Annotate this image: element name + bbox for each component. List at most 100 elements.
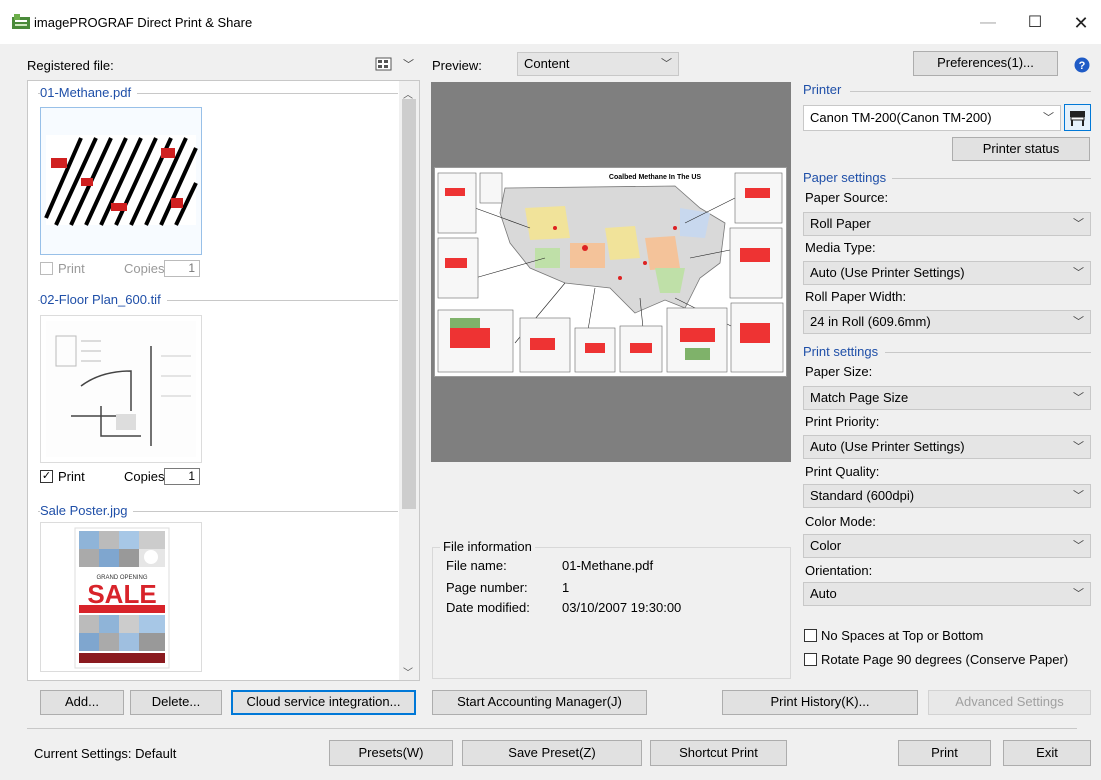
minimize-button[interactable]: — [965, 8, 1011, 38]
chevron-down-icon: ﹀ [661, 58, 672, 70]
paper-source-value: Roll Paper [810, 216, 871, 231]
presets-button[interactable]: Presets(W) [329, 740, 453, 766]
print-history-button[interactable]: Print History(K)... [722, 690, 918, 715]
preview-page: Coalbed Methane In The US [434, 167, 787, 377]
window-title: imagePROGRAF Direct Print & Share [34, 15, 253, 30]
print-quality-value: Standard (600dpi) [810, 488, 915, 503]
paper-size-select[interactable]: Match Page Size ﹀ [803, 386, 1091, 410]
preview-label: Preview: [432, 58, 482, 73]
chevron-down-icon: ﹀ [403, 59, 414, 71]
scroll-thumb[interactable] [402, 99, 416, 509]
section-divider [892, 178, 1091, 179]
maximize-button[interactable]: ☐ [1012, 8, 1058, 38]
floor-plan-thumbnail-image [46, 321, 196, 457]
printer-select[interactable]: Canon TM-200(Canon TM-200) ﹀ [803, 105, 1061, 131]
color-mode-value: Color [810, 538, 842, 553]
file-thumbnail[interactable] [40, 315, 202, 463]
chevron-down-icon: ﹀ [1043, 112, 1054, 124]
copies-input[interactable]: 1 [164, 260, 200, 277]
orientation-select[interactable]: Auto ﹀ [803, 582, 1091, 606]
chevron-down-icon: ﹀ [1073, 490, 1084, 502]
chevron-down-icon: ﹀ [1073, 441, 1084, 453]
file-name[interactable]: 02-Floor Plan_600.tif [40, 292, 167, 307]
app-icon [12, 14, 30, 29]
print-priority-select[interactable]: Auto (Use Printer Settings) ﹀ [803, 435, 1091, 459]
exit-button[interactable]: Exit [1003, 740, 1091, 766]
roll-paper-width-select[interactable]: 24 in Roll (609.6mm) ﹀ [803, 310, 1091, 334]
cloud-service-integration-button[interactable]: Cloud service integration... [231, 690, 416, 715]
printer-properties-button[interactable] [1064, 104, 1091, 131]
sale-poster-thumbnail-image: GRAND OPENING SALE [74, 527, 170, 669]
copies-label: Copies [124, 469, 165, 484]
no-spaces-label: No Spaces at Top or Bottom [821, 628, 984, 643]
registered-file-list[interactable]: 01-Methane.pdf Print Copies 1 02-Floor P… [27, 80, 420, 681]
svg-text:?: ? [1079, 60, 1086, 72]
copies-input[interactable]: 1 [164, 468, 200, 485]
chevron-down-icon: ﹀ [1073, 267, 1084, 279]
coalbed-methane-map-image: Coalbed Methane In The US [437, 172, 784, 373]
orientation-value: Auto [810, 586, 837, 601]
printer-select-value: Canon TM-200(Canon TM-200) [810, 110, 992, 125]
print-priority-value: Auto (Use Printer Settings) [810, 439, 965, 454]
chevron-down-icon: ﹀ [1073, 392, 1084, 404]
no-spaces-checkbox[interactable] [804, 629, 817, 642]
start-accounting-manager-button[interactable]: Start Accounting Manager(J) [432, 690, 647, 715]
chevron-down-icon: ﹀ [1073, 588, 1084, 600]
date-modified-value: 03/10/2007 19:30:00 [562, 600, 682, 615]
grid-view-icon [375, 57, 392, 71]
print-checkbox[interactable] [40, 262, 53, 275]
poster-sale-text: SALE [87, 579, 156, 609]
printer-status-button[interactable]: Printer status [952, 137, 1090, 161]
preview-mode-value: Content [524, 56, 570, 71]
paper-size-value: Match Page Size [810, 390, 909, 405]
chevron-down-icon: ﹀ [1073, 316, 1084, 328]
print-checkbox-checked[interactable]: ✓ [40, 470, 53, 483]
preferences-button[interactable]: Preferences(1)... [913, 51, 1058, 76]
close-button[interactable]: ✕ [1058, 8, 1101, 38]
file-information-legend: File information [440, 539, 535, 554]
roll-paper-width-label: Roll Paper Width: [805, 289, 907, 304]
copies-label: Copies [124, 261, 165, 276]
delete-button[interactable]: Delete... [130, 690, 222, 715]
advanced-settings-button[interactable]: Advanced Settings [928, 690, 1091, 715]
view-mode-dropdown[interactable]: ﹀ [373, 54, 419, 76]
print-settings-title: Print settings [803, 344, 883, 359]
page-number-label: Page number: [446, 580, 528, 595]
file-name-value: 01-Methane.pdf [562, 558, 654, 573]
file-thumbnail[interactable]: GRAND OPENING SALE [40, 522, 202, 672]
chevron-down-icon: ﹀ [1073, 218, 1084, 230]
section-divider [885, 352, 1091, 353]
file-name[interactable]: 01-Methane.pdf [40, 85, 138, 100]
file-name[interactable]: Sale Poster.jpg [40, 503, 134, 518]
registered-file-label: Registered file: [27, 58, 114, 73]
page-number-value: 1 [562, 580, 570, 595]
paper-size-label: Paper Size: [805, 364, 873, 379]
shortcut-print-button[interactable]: Shortcut Print [650, 740, 787, 766]
chevron-down-icon: ﹀ [1073, 540, 1084, 552]
print-label: Print [58, 261, 85, 276]
rotate-page-label: Rotate Page 90 degrees (Conserve Paper) [821, 652, 1069, 667]
section-divider [850, 91, 1091, 92]
print-button[interactable]: Print [898, 740, 991, 766]
methane-thumbnail-image [44, 135, 198, 226]
help-icon[interactable]: ? [1074, 57, 1090, 73]
color-mode-select[interactable]: Color ﹀ [803, 534, 1091, 558]
print-quality-select[interactable]: Standard (600dpi) ﹀ [803, 484, 1091, 508]
media-type-value: Auto (Use Printer Settings) [810, 265, 965, 280]
paper-source-label: Paper Source: [805, 190, 889, 205]
save-preset-button[interactable]: Save Preset(Z) [462, 740, 642, 766]
media-type-select[interactable]: Auto (Use Printer Settings) ﹀ [803, 261, 1091, 285]
file-name-label: File name: [446, 558, 507, 573]
bottom-divider [27, 728, 1077, 729]
paper-source-select[interactable]: Roll Paper ﹀ [803, 212, 1091, 236]
orientation-label: Orientation: [805, 563, 873, 578]
current-settings-status: Current Settings: Default [34, 746, 177, 761]
scroll-down-icon[interactable]: ﹀ [403, 664, 413, 679]
rotate-page-checkbox[interactable] [804, 653, 817, 666]
print-label: Print [58, 469, 85, 484]
date-modified-label: Date modified: [446, 600, 530, 615]
add-button[interactable]: Add... [40, 690, 124, 715]
preview-mode-select[interactable]: Content ﹀ [517, 52, 679, 76]
print-priority-label: Print Priority: [805, 414, 880, 429]
file-thumbnail[interactable] [40, 107, 202, 255]
